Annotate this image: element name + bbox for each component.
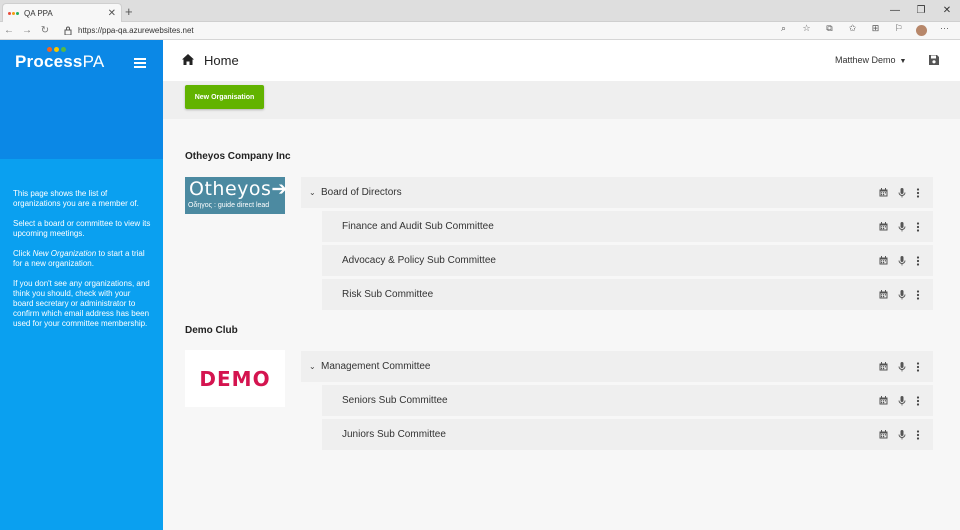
back-icon[interactable]: ← [0,25,18,36]
row-actions [879,361,933,372]
committee-row-sub[interactable]: Finance and Audit Sub Committee [322,211,933,242]
committee-row-sub[interactable]: Risk Sub Committee [322,279,933,310]
committee-row-sub[interactable]: Juniors Sub Committee [322,419,933,450]
refresh-icon[interactable]: ↻ [36,25,54,36]
minimize-button[interactable]: — [882,0,908,22]
caret-down-icon: ▼ [899,58,907,65]
help-paragraph: Click New Organization to start a trial … [13,249,153,269]
committee-name: Finance and Audit Sub Committee [342,221,494,232]
favorites-icon[interactable]: ✩ [843,23,862,38]
calendar-icon[interactable] [879,362,888,371]
lock-icon [64,26,72,35]
profile-avatar[interactable] [912,23,931,38]
page-header: Home Matthew Demo ▼ [163,40,960,81]
more-options-icon[interactable] [916,289,920,300]
committee-row-sub[interactable]: Seniors Sub Committee [322,385,933,416]
committee-name: Risk Sub Committee [342,289,434,300]
committee-row-sub[interactable]: Advocacy & Policy Sub Committee [322,245,933,276]
address-bar: ← → ↻ https://ppa-qa.azurewebsites.net ⌕… [0,22,960,40]
committee-name: Seniors Sub Committee [342,395,448,406]
help-text-emphasis: New Organization [32,249,97,258]
close-window-button[interactable]: ✕ [934,0,960,22]
collections-icon[interactable]: ⊞ [866,23,885,38]
more-options-icon[interactable] [916,429,920,440]
url-field[interactable]: https://ppa-qa.azurewebsites.net [78,26,774,35]
more-options-icon[interactable] [916,187,920,198]
split-screen-icon[interactable]: ⧉ [820,23,839,38]
row-actions [879,221,933,232]
new-tab-button[interactable]: + [125,4,133,19]
organization-logo: Otheyos➔ Οδηγος : guide direct lead [185,177,288,214]
save-icon[interactable] [928,54,940,66]
zoom-icon[interactable]: ⌕ [774,23,793,38]
logo-accent-text: PA [82,52,105,71]
microphone-icon[interactable] [898,289,906,300]
browser-tab[interactable]: QA PPA ✕ [2,3,122,22]
committee-name: Board of Directors [321,187,402,198]
logo-main-text: Process [15,52,83,71]
logo-text: Otheyos➔ [189,178,288,200]
user-menu[interactable]: Matthew Demo ▼ [835,55,906,65]
microphone-icon[interactable] [898,395,906,406]
forward-icon[interactable]: → [18,25,36,36]
hamburger-menu-icon[interactable] [134,58,146,68]
committee-name: Management Committee [321,361,431,372]
help-text-fragment: Click [13,249,33,258]
sidebar: ProcessPA This page shows the list of or… [0,40,163,530]
more-options-icon[interactable] [916,255,920,266]
calendar-icon[interactable] [879,396,888,405]
organization-name: Otheyos Company Inc [185,151,291,162]
row-actions [879,429,933,440]
maximize-button[interactable]: ❐ [908,0,934,22]
committee-row-board[interactable]: ⌄ Management Committee [301,351,933,382]
microphone-icon[interactable] [898,361,906,372]
tab-title: QA PPA [24,8,53,18]
row-actions [879,289,933,300]
new-organisation-button[interactable]: New Organisation [185,85,264,109]
committee-row-board[interactable]: ⌄ Board of Directors [301,177,933,208]
microphone-icon[interactable] [898,221,906,232]
chevron-down-icon[interactable]: ⌄ [309,188,321,197]
calendar-icon[interactable] [879,430,888,439]
microphone-icon[interactable] [898,187,906,198]
row-actions [879,255,933,266]
microphone-icon[interactable] [898,429,906,440]
page-title: Home [204,53,239,68]
logo-text: DEMO [199,366,271,391]
help-text: This page shows the list of organization… [13,189,153,339]
help-paragraph: Select a board or committee to view its … [13,219,151,238]
tab-close-icon[interactable]: ✕ [108,8,116,19]
home-icon [182,54,194,65]
favicon-icon [8,11,19,15]
help-paragraph: This page shows the list of organization… [13,189,139,208]
calendar-icon[interactable] [879,222,888,231]
toolbar: New Organisation [163,81,960,119]
reading-icon[interactable]: ⚐ [889,23,908,38]
calendar-icon[interactable] [879,290,888,299]
row-actions [879,395,933,406]
microphone-icon[interactable] [898,255,906,266]
browser-tab-bar: QA PPA ✕ + — ❐ ✕ [0,0,960,22]
more-options-icon[interactable] [916,221,920,232]
organization-name: Demo Club [185,325,238,336]
calendar-icon[interactable] [879,188,888,197]
more-menu-icon[interactable]: ··· [935,23,954,38]
main-content: Home Matthew Demo ▼ New Organisation Othe… [163,40,960,530]
row-actions [879,187,933,198]
more-options-icon[interactable] [916,395,920,406]
more-options-icon[interactable] [916,361,920,372]
user-name: Matthew Demo [835,55,896,65]
sidebar-header: ProcessPA [0,40,163,159]
favorite-star-icon[interactable]: ☆ [797,23,816,38]
calendar-icon[interactable] [879,256,888,265]
chevron-down-icon[interactable]: ⌄ [309,362,321,371]
processpa-logo[interactable]: ProcessPA [15,52,104,72]
committee-name: Advocacy & Policy Sub Committee [342,255,496,266]
committee-name: Juniors Sub Committee [342,429,446,440]
organization-logo: DEMO [185,350,285,407]
help-paragraph: If you don't see any organizations, and … [13,279,150,328]
window-controls: — ❐ ✕ [882,0,960,22]
logo-tagline: Οδηγος : guide direct lead [188,202,270,209]
